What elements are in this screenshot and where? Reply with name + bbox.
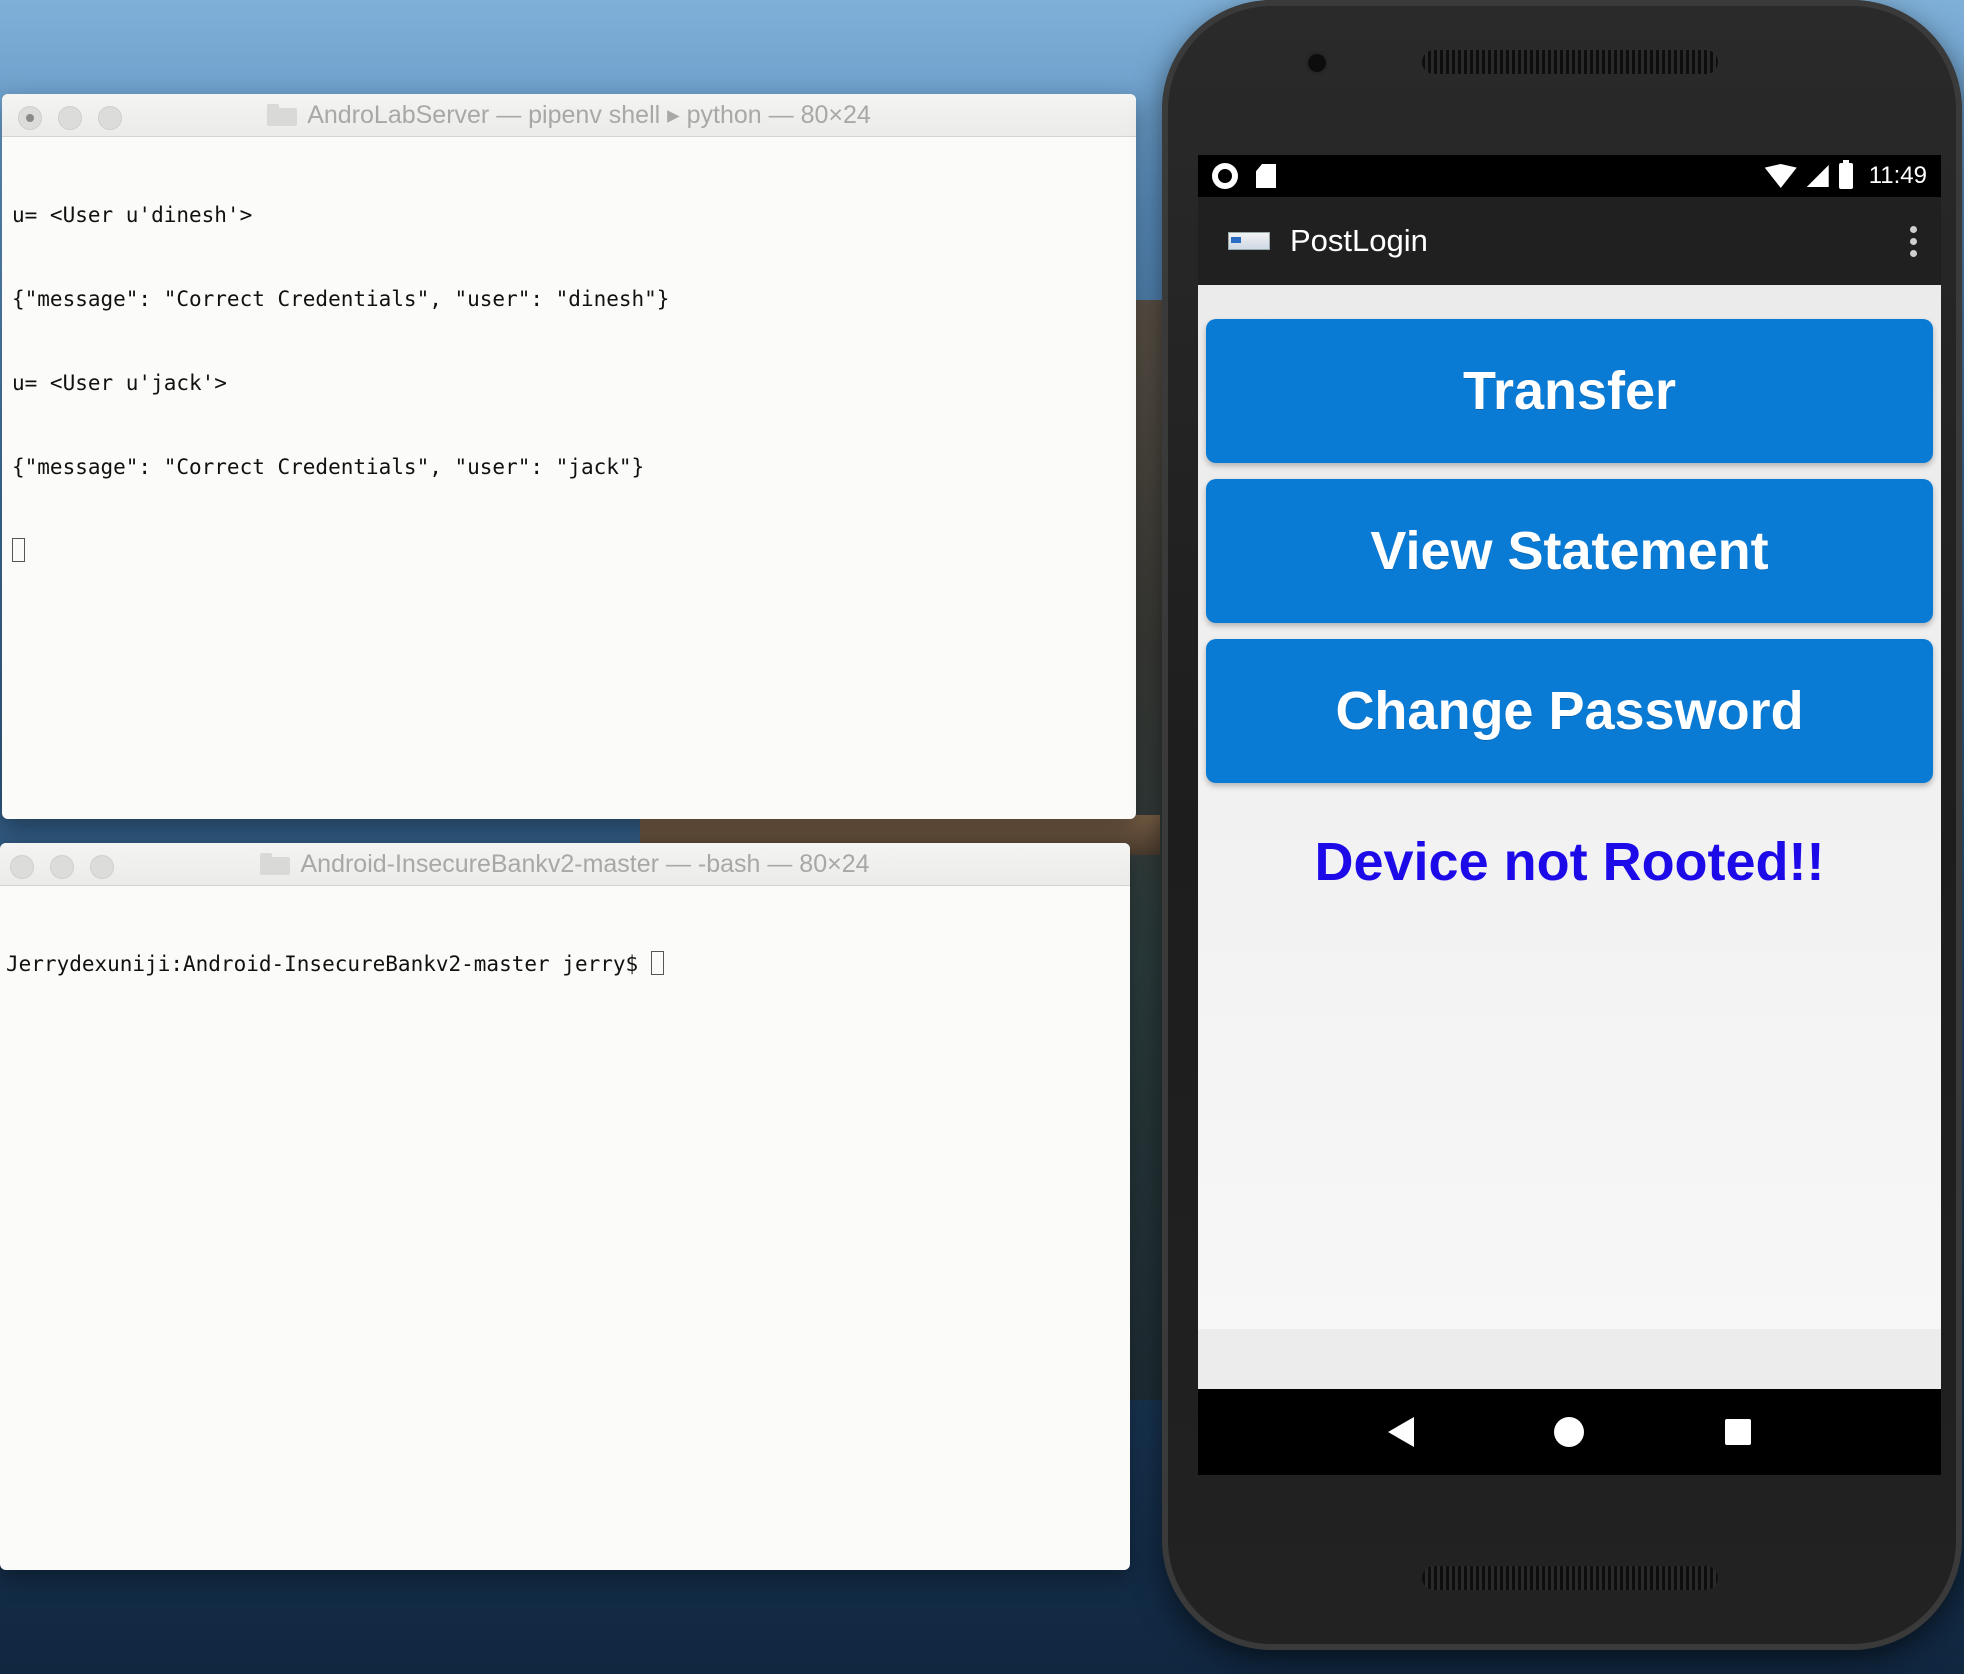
recents-icon[interactable] bbox=[1724, 1419, 1751, 1445]
terminal-cursor bbox=[650, 951, 664, 975]
bottom-speaker-grille bbox=[1422, 1566, 1718, 1590]
front-camera-icon bbox=[1308, 54, 1326, 72]
view-statement-button[interactable]: View Statement bbox=[1206, 479, 1933, 623]
terminal-line: {"message": "Correct Credentials", "user… bbox=[12, 455, 645, 479]
terminal-title: AndroLabServer — pipenv shell ▸ python —… bbox=[2, 94, 1136, 136]
screen-record-icon bbox=[1212, 163, 1238, 189]
terminal-title-text: AndroLabServer — pipenv shell ▸ python —… bbox=[307, 101, 871, 129]
android-phone-frame: 11:49 PostLogin Transfer View Statement … bbox=[1162, 0, 1962, 1650]
app-logo-icon bbox=[1228, 232, 1270, 250]
terminal-line: u= <User u'jack'> bbox=[12, 371, 227, 395]
terminal-titlebar[interactable]: AndroLabServer — pipenv shell ▸ python —… bbox=[2, 94, 1136, 137]
terminal-prompt: Jerrydexuniji:Android-InsecureBankv2-mas… bbox=[6, 952, 651, 976]
back-icon[interactable] bbox=[1388, 1417, 1415, 1447]
folder-icon bbox=[267, 104, 298, 126]
terminal-line: {"message": "Correct Credentials", "user… bbox=[12, 287, 670, 311]
root-status-text: Device not Rooted!! bbox=[1314, 832, 1825, 892]
battery-icon bbox=[1838, 160, 1853, 189]
terminal-window-androlabserver[interactable]: AndroLabServer — pipenv shell ▸ python —… bbox=[2, 94, 1136, 819]
terminal-titlebar[interactable]: Android-InsecureBankv2-master — -bash — … bbox=[0, 843, 1130, 886]
terminal-cursor bbox=[12, 538, 25, 562]
transfer-button[interactable]: Transfer bbox=[1206, 319, 1933, 463]
phone-screen: 11:49 PostLogin Transfer View Statement … bbox=[1198, 155, 1941, 1475]
change-password-button[interactable]: Change Password bbox=[1206, 639, 1933, 783]
terminal-output[interactable]: Jerrydexuniji:Android-InsecureBankv2-mas… bbox=[0, 886, 1130, 1042]
terminal-window-bash[interactable]: Android-InsecureBankv2-master — -bash — … bbox=[0, 843, 1130, 1570]
app-bar: PostLogin bbox=[1198, 197, 1941, 285]
terminal-line: u= <User u'dinesh'> bbox=[12, 203, 253, 227]
postlogin-content: Transfer View Statement Change Password … bbox=[1198, 285, 1941, 1329]
sd-card-icon bbox=[1256, 164, 1276, 188]
terminal-output[interactable]: u= <User u'dinesh'> {"message": "Correct… bbox=[2, 137, 1136, 629]
home-icon[interactable] bbox=[1554, 1417, 1585, 1447]
overflow-menu-icon[interactable] bbox=[1910, 225, 1917, 257]
android-nav-bar bbox=[1198, 1389, 1941, 1475]
wifi-icon bbox=[1764, 164, 1797, 188]
status-bar: 11:49 bbox=[1198, 155, 1941, 197]
terminal-title: Android-InsecureBankv2-master — -bash — … bbox=[0, 843, 1130, 885]
folder-icon bbox=[260, 853, 291, 875]
app-title: PostLogin bbox=[1290, 223, 1428, 258]
status-time: 11:49 bbox=[1868, 162, 1927, 189]
terminal-title-text: Android-InsecureBankv2-master — -bash — … bbox=[300, 849, 870, 878]
top-speaker-grille bbox=[1422, 50, 1718, 74]
cell-signal-icon bbox=[1806, 165, 1829, 187]
